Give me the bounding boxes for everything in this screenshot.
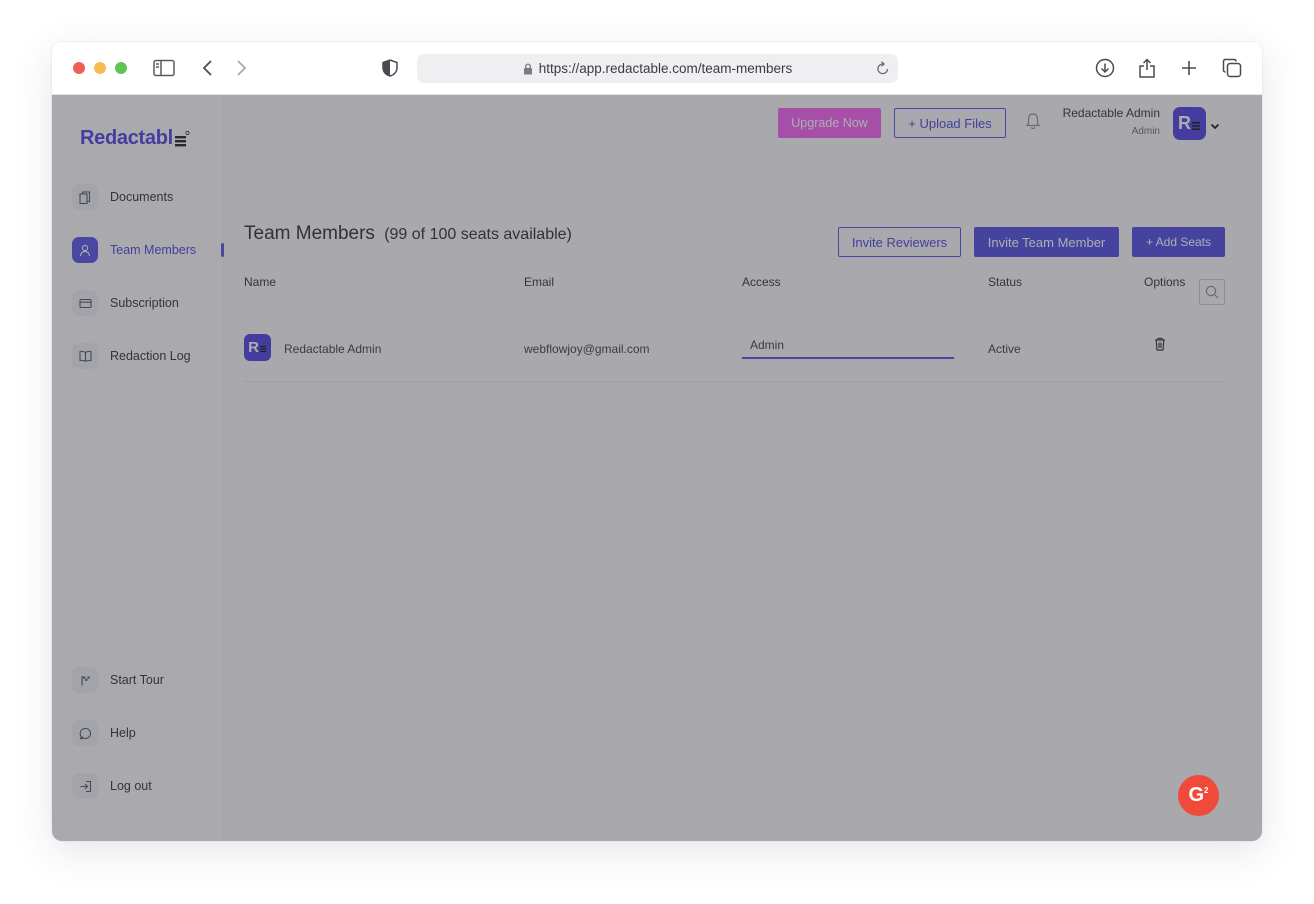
sidebar-item-documents[interactable]: Documents (72, 183, 173, 211)
g2-letter: G (1188, 784, 1205, 806)
upload-files-button[interactable]: + Upload Files (894, 108, 1006, 138)
sidebar-item-help[interactable]: Help (72, 719, 136, 747)
lock-icon (523, 62, 533, 75)
sidebar-item-label: Team Members (110, 243, 197, 257)
member-avatar: R (244, 334, 271, 361)
bell-icon[interactable] (1025, 112, 1041, 135)
sidebar-item-subscription[interactable]: Subscription (72, 289, 179, 317)
member-status: Active (988, 342, 1021, 356)
sidebar-item-redaction-log[interactable]: Redaction Log (72, 342, 191, 370)
browser-window: https://app.redactable.com/team-members … (52, 42, 1262, 841)
url-text: https://app.redactable.com/team-members (538, 61, 793, 76)
logo-text: Redactabl (80, 127, 173, 149)
sidebar-item-logout[interactable]: Log out (72, 772, 152, 800)
column-header-status[interactable]: Status (988, 275, 1022, 289)
column-header-name[interactable]: Name (244, 275, 276, 289)
logout-icon (72, 773, 98, 799)
sidebar-item-label: Start Tour (110, 673, 164, 687)
downloads-icon[interactable] (1093, 56, 1117, 80)
invite-reviewers-button[interactable]: Invite Reviewers (838, 227, 961, 257)
chat-icon (72, 720, 98, 746)
app-container: Redactabl Documents Team Members Subscri… (52, 95, 1262, 841)
column-header-access[interactable]: Access (742, 275, 781, 289)
g2-sup: 2 (1204, 786, 1209, 795)
browser-toolbar: https://app.redactable.com/team-members (52, 42, 1262, 95)
sidebar-item-label: Documents (110, 190, 174, 204)
user-name: Redactable Admin (1062, 106, 1160, 120)
flag-icon (72, 667, 98, 693)
new-tab-icon[interactable] (1177, 56, 1201, 80)
add-seats-button[interactable]: + Add Seats (1132, 227, 1225, 257)
sidebar-item-team-members[interactable]: Team Members (72, 236, 196, 264)
sidebar: Redactabl Documents Team Members Subscri… (52, 95, 224, 841)
back-icon[interactable] (196, 56, 220, 80)
invite-team-member-button[interactable]: Invite Team Member (974, 227, 1119, 257)
card-icon (72, 290, 98, 316)
forward-icon[interactable] (229, 56, 253, 80)
sidebar-item-label: Help (110, 726, 136, 740)
minimize-window-button[interactable] (94, 62, 106, 74)
sidebar-item-label: Redaction Log (110, 349, 191, 363)
logo[interactable]: Redactabl (80, 127, 190, 150)
document-icon (72, 184, 98, 210)
avatar-letter: R (1178, 113, 1191, 133)
avatar[interactable]: R (1173, 107, 1206, 140)
trash-icon[interactable] (1154, 337, 1166, 356)
user-icon (72, 237, 98, 263)
address-bar[interactable]: https://app.redactable.com/team-members (417, 54, 898, 83)
sidebar-toggle-icon[interactable] (152, 56, 176, 80)
privacy-shield-icon[interactable] (378, 56, 402, 80)
upgrade-now-button[interactable]: Upgrade Now (778, 108, 881, 138)
top-bar: Upgrade Now + Upload Files Redactable Ad… (224, 95, 1262, 151)
active-indicator (221, 243, 224, 257)
g2-badge[interactable]: G2 (1178, 775, 1219, 816)
table-row: R Redactable Admin webflowjoy@gmail.com … (244, 322, 1224, 382)
access-select[interactable]: Admin (742, 331, 954, 359)
maximize-window-button[interactable] (115, 62, 127, 74)
page-title: Team Members (99 of 100 seats available) (244, 223, 572, 245)
avatar-lines-icon (1192, 121, 1200, 130)
column-header-options: Options (1144, 275, 1186, 289)
search-icon (1205, 285, 1219, 299)
logo-mark-icon (174, 130, 190, 148)
user-role: Admin (1131, 126, 1160, 137)
sidebar-item-start-tour[interactable]: Start Tour (72, 666, 164, 694)
avatar-letter: R (248, 339, 259, 356)
book-icon (72, 343, 98, 369)
sidebar-item-label: Subscription (110, 296, 179, 310)
page-title-text: Team Members (244, 223, 375, 244)
reload-icon[interactable] (876, 60, 890, 76)
search-button[interactable] (1199, 279, 1225, 305)
column-header-email[interactable]: Email (524, 275, 554, 289)
member-email: webflowjoy@gmail.com (524, 342, 650, 356)
seats-available: (99 of 100 seats available) (384, 226, 572, 243)
close-window-button[interactable] (73, 62, 85, 74)
sidebar-item-label: Log out (110, 779, 152, 793)
modal-overlay (52, 95, 1262, 841)
avatar-lines-icon (259, 345, 267, 353)
share-icon[interactable] (1135, 56, 1159, 80)
member-name: Redactable Admin (284, 342, 382, 356)
tab-overview-icon[interactable] (1220, 56, 1244, 80)
chevron-down-icon[interactable] (1210, 117, 1220, 135)
